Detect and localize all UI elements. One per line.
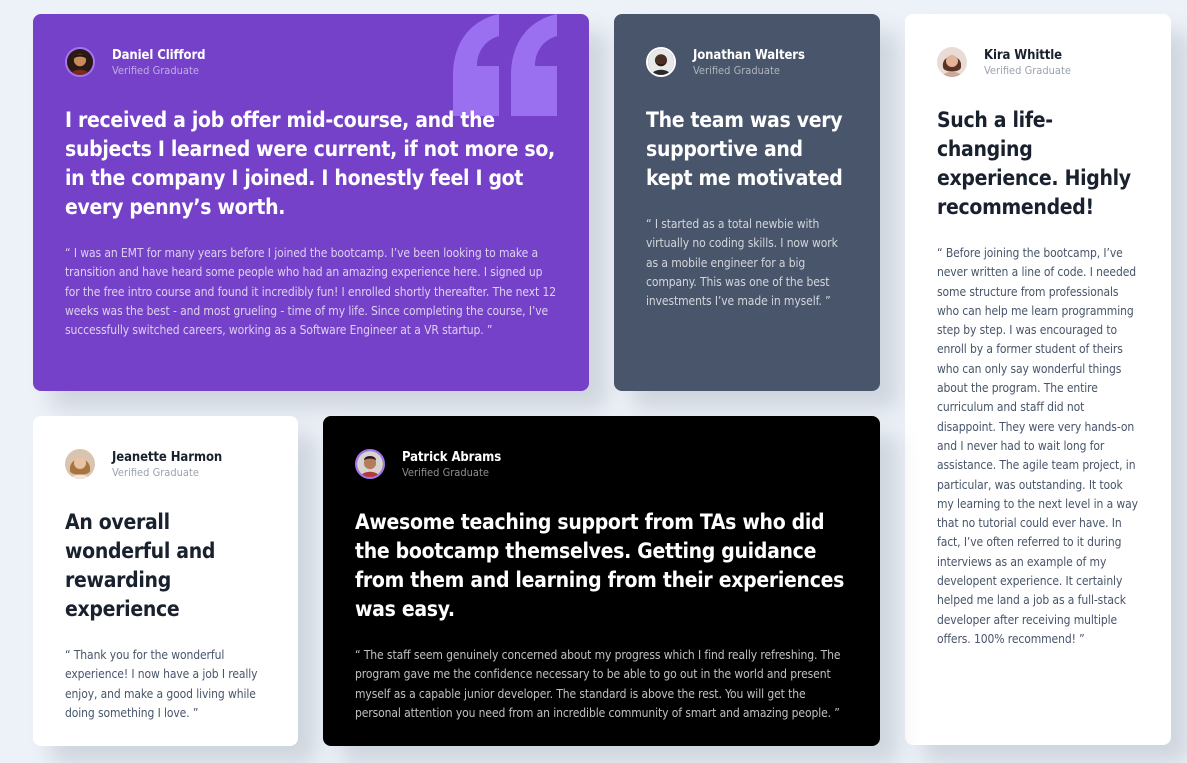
avatar <box>355 449 385 479</box>
author-role: Verified Graduate <box>112 465 199 479</box>
testimonial-card-jonathan: Jonathan Walters Verified Graduate The t… <box>614 14 880 391</box>
author-info: Jonathan Walters Verified Graduate <box>646 46 848 78</box>
testimonial-headline: Such a life-changing experience. Highly … <box>937 108 1131 219</box>
testimonial-body: “ I was an EMT for many years before I j… <box>65 246 557 338</box>
author-info: Daniel Clifford Verified Graduate <box>65 46 557 78</box>
avatar <box>65 47 95 77</box>
testimonial-card-patrick: Patrick Abrams Verified Graduate Awesome… <box>323 416 880 746</box>
author-name: Patrick Abrams <box>402 449 502 465</box>
testimonial-body: “ I started as a total newbie with virtu… <box>646 217 838 309</box>
testimonial-body: “ The staff seem genuinely concerned abo… <box>355 648 841 720</box>
avatar <box>646 47 676 77</box>
author-name: Jonathan Walters <box>693 47 805 63</box>
author-name: Kira Whittle <box>984 47 1062 63</box>
author-name: Jeanette Harmon <box>112 449 223 465</box>
author-role: Verified Graduate <box>984 63 1071 77</box>
testimonial-card-daniel: Daniel Clifford Verified Graduate I rece… <box>33 14 589 391</box>
author-role: Verified Graduate <box>112 63 199 77</box>
author-role: Verified Graduate <box>402 465 489 479</box>
author-role: Verified Graduate <box>693 63 780 77</box>
author-info: Patrick Abrams Verified Graduate <box>355 448 848 480</box>
avatar <box>937 47 967 77</box>
author-name: Daniel Clifford <box>112 47 206 63</box>
testimonial-headline: I received a job offer mid-course, and t… <box>65 108 555 219</box>
testimonial-card-kira: Kira Whittle Verified Graduate Such a li… <box>905 14 1171 745</box>
testimonial-headline: Awesome teaching support from TAs who di… <box>355 510 845 621</box>
testimonial-headline: An overall wonderful and rewarding exper… <box>65 510 216 621</box>
avatar <box>65 449 95 479</box>
author-info: Jeanette Harmon Verified Graduate <box>65 448 266 480</box>
testimonial-body: “ Thank you for the wonderful experience… <box>65 648 258 720</box>
testimonial-body: “ Before joining the bootcamp, I’ve neve… <box>937 246 1138 646</box>
testimonial-headline: The team was very supportive and kept me… <box>646 108 843 190</box>
testimonial-card-jeanette: Jeanette Harmon Verified Graduate An ove… <box>33 416 298 746</box>
author-info: Kira Whittle Verified Graduate <box>937 46 1139 78</box>
